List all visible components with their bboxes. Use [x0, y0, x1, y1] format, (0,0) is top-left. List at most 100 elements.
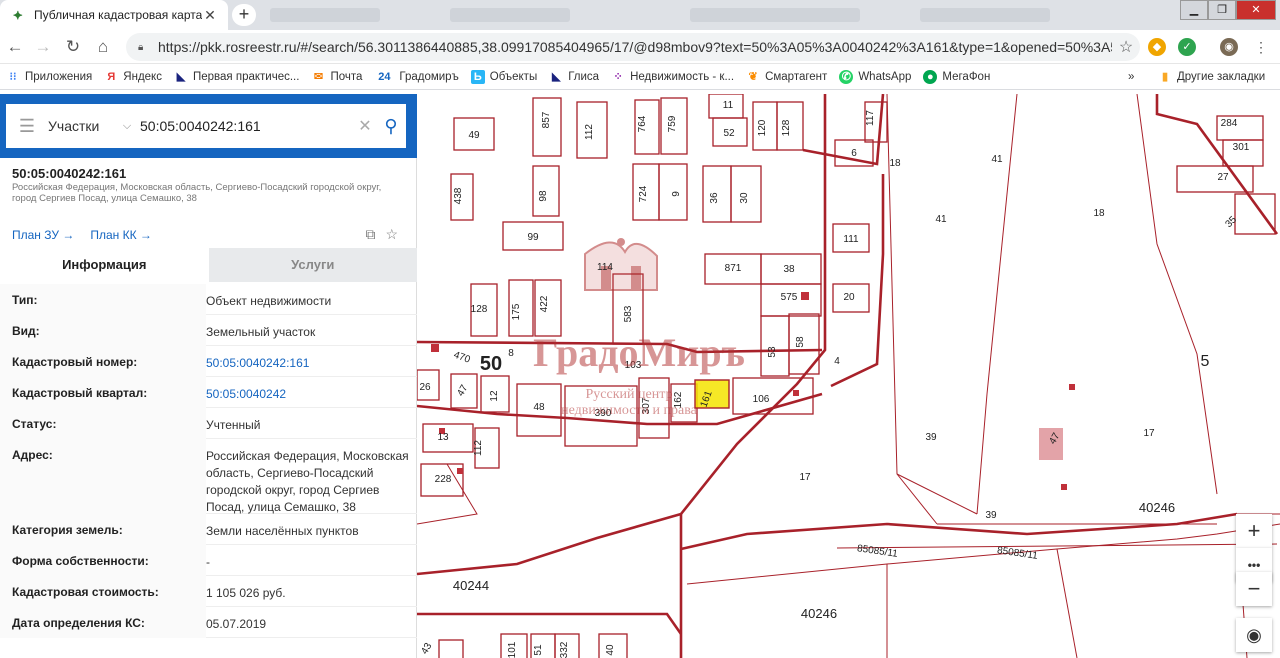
- menu-icon[interactable]: ☰: [6, 116, 48, 137]
- whatsapp-icon: ✆: [839, 69, 854, 84]
- number-24-icon: 24: [378, 70, 391, 83]
- browser-menu-icon[interactable]: ⋮: [1252, 38, 1270, 56]
- parcel-label: 52: [723, 128, 735, 139]
- plan-zu-link[interactable]: План ЗУ →: [12, 228, 74, 242]
- compass-icon[interactable]: ◉: [1236, 618, 1272, 652]
- parcel-label: 51: [533, 644, 544, 656]
- info-row: Статус: Учтенный: [0, 408, 417, 439]
- blurred-tab[interactable]: [270, 8, 380, 22]
- bookmark-megafon[interactable]: ● МегаФон: [923, 69, 990, 84]
- search-type-select[interactable]: Участки: [48, 118, 114, 134]
- parcel-label: 284: [1221, 118, 1238, 129]
- map-canvas[interactable]: 49857112 764 7591152 120 128117618 4128430127…: [417, 94, 1280, 658]
- bookmark-objects[interactable]: Ь Объекты: [470, 69, 537, 84]
- parcel-label: 98: [538, 190, 549, 202]
- bookmark-yandex[interactable]: Я Яндекс: [104, 70, 162, 84]
- home-icon[interactable]: ⌂: [92, 37, 114, 57]
- info-value: 1 105 026 руб.: [206, 586, 286, 600]
- back-arrow-icon[interactable]: ←: [4, 37, 26, 57]
- new-tab-button[interactable]: +: [232, 4, 256, 26]
- parcel-label: 39: [925, 432, 937, 443]
- blurred-tab[interactable]: [450, 8, 570, 22]
- bookmark-label: Яндекс: [123, 70, 162, 83]
- tab-services[interactable]: Услуги: [208, 248, 417, 282]
- info-row: Тип: Объект недвижимости: [0, 284, 417, 315]
- info-row: Адрес: Российская Федерация, Московская о…: [0, 439, 417, 514]
- clear-icon[interactable]: ✕: [354, 116, 376, 136]
- plan-kk-link[interactable]: План КК →: [90, 228, 152, 242]
- url-field[interactable]: 🔒︎ https://pkk.rosreestr.ru/#/search/56.…: [126, 33, 1140, 61]
- parcel-label: 40246: [801, 606, 837, 621]
- parcel-label: 759: [667, 115, 678, 132]
- close-tab-icon[interactable]: ✕: [202, 7, 218, 24]
- bookmark-smartagent[interactable]: ❦ Смартагент: [746, 70, 827, 84]
- favorite-star-icon[interactable]: ☆: [385, 226, 398, 243]
- zoom-to-object-icon[interactable]: ⧉: [365, 226, 375, 243]
- zoom-out-button[interactable]: −: [1236, 572, 1272, 606]
- bookmark-mail[interactable]: ✉ Почта: [311, 70, 363, 84]
- parcel-label: 128: [781, 119, 792, 136]
- close-window-button[interactable]: ✕: [1236, 0, 1276, 20]
- parcel-label: 41: [935, 214, 947, 225]
- parcel-label: 101: [507, 641, 518, 658]
- watermark-logo: [584, 238, 658, 291]
- bookmark-realty[interactable]: ⁘ Недвижимость - к...: [611, 70, 734, 84]
- parcel-label: 9: [671, 191, 682, 197]
- chevron-down-icon[interactable]: ⌵: [114, 120, 140, 133]
- cadastral-map[interactable]: 49 857 112 764 759 11 52 120 128 117 6 18 41 284 301 27…: [417, 94, 1280, 658]
- bookmark-whatsapp[interactable]: ✆ WhatsApp: [839, 69, 912, 84]
- cadastral-number-link[interactable]: 50:05:0040242:161: [206, 355, 417, 372]
- search-input[interactable]: 50:05:0040242:161: [140, 118, 354, 134]
- maximize-button[interactable]: ❐: [1208, 0, 1236, 20]
- bookmark-gradomir[interactable]: 24 Градомиръ: [374, 70, 459, 84]
- profile-avatar[interactable]: ◉: [1220, 38, 1238, 56]
- parcel-label: 175: [511, 303, 522, 320]
- info-key: Вид:: [0, 315, 206, 346]
- blurred-tab[interactable]: [690, 8, 860, 22]
- extension-check-icon[interactable]: ✓: [1178, 38, 1196, 56]
- bookmark-practice[interactable]: ◣ Первая практичес...: [174, 70, 300, 84]
- minimize-button[interactable]: ▁: [1180, 0, 1208, 20]
- info-key: Статус:: [0, 408, 206, 439]
- bookmark-apps[interactable]: ⁝⁝ Приложения: [6, 70, 93, 84]
- apps-grid-icon: ⁝⁝: [9, 70, 17, 83]
- parcel-label: 301: [1233, 142, 1250, 153]
- megafon-icon: ●: [923, 69, 938, 84]
- tab-info[interactable]: Информация: [0, 248, 209, 282]
- parcel-label: 117: [865, 110, 876, 126]
- objects-icon: Ь: [470, 69, 485, 84]
- cadastral-quarter-link[interactable]: 50:05:0040242: [206, 386, 417, 403]
- search-icon[interactable]: ⚲: [376, 116, 406, 137]
- parcel-label: 106: [753, 394, 770, 405]
- parcel-label: 228: [435, 474, 452, 485]
- bookmark-star-icon[interactable]: ☆: [1112, 37, 1140, 57]
- object-address: Российская Федерация, Московская область…: [12, 182, 382, 204]
- extension-icon[interactable]: ◆: [1148, 38, 1166, 56]
- zoom-in-button[interactable]: +: [1236, 514, 1272, 548]
- blurred-tab[interactable]: [920, 8, 1050, 22]
- forward-arrow-icon[interactable]: →: [32, 37, 54, 57]
- info-row: Кадастровая стоимость: 1 105 026 руб.: [0, 576, 417, 607]
- bookmark-label: Приложения: [25, 70, 93, 83]
- parcel-label: 128: [471, 304, 488, 315]
- parcel-label: 48: [533, 402, 545, 413]
- info-key: Кадастровый номер:: [0, 346, 206, 377]
- parcel-label: 50: [480, 353, 502, 375]
- bookmark-glisa[interactable]: ◣ Глиса: [549, 70, 599, 84]
- info-key: Адрес:: [0, 439, 206, 514]
- bookmark-label: WhatsApp: [858, 70, 912, 83]
- parcel-label: 40246: [1139, 500, 1175, 515]
- bookmark-label: Другие закладки: [1177, 70, 1266, 83]
- info-row: Кадастровый номер: 50:05:0040242:161: [0, 346, 417, 377]
- info-key: Кадастровый квартал:: [0, 377, 206, 408]
- object-number: 50:05:0040242:161: [12, 166, 127, 181]
- browser-tab-active[interactable]: ⯌ Публичная кадастровая карта ✕: [0, 0, 228, 30]
- reload-icon[interactable]: ↻: [62, 37, 84, 57]
- info-value: Российская Федерация, Московская область…: [206, 449, 409, 514]
- bookmark-other[interactable]: ▮ Другие закладки: [1158, 70, 1265, 84]
- parcel-label: 422: [539, 295, 550, 312]
- browser-tab-strip: ⯌ Публичная кадастровая карта ✕ + ▁ ❐ ✕: [0, 0, 1280, 30]
- bookmarks-overflow-icon[interactable]: »: [1128, 71, 1134, 83]
- bookmarks-bar: ⁝⁝ Приложения Я Яндекс ◣ Первая практичес..…: [0, 64, 1280, 90]
- info-key: Форма собственности:: [0, 545, 206, 576]
